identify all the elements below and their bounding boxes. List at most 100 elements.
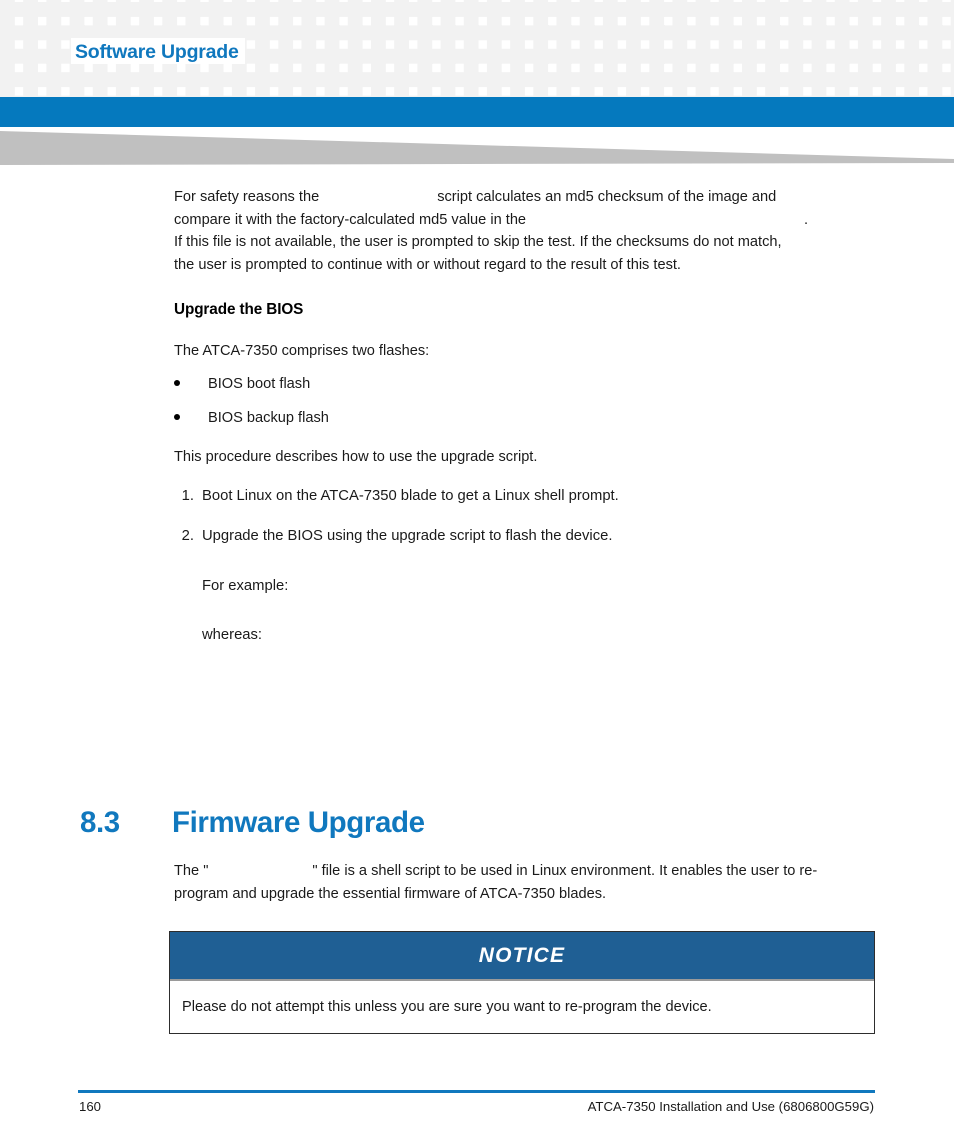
header-grid-square [858,48,874,64]
header-grid-square [788,25,804,41]
header-grid-square [672,2,688,17]
header-grid-square [324,48,340,64]
header-grid-square [371,48,387,64]
step-label: Upgrade the BIOS using the upgrade scrip… [202,528,613,544]
header-grid-square [417,48,433,64]
header-grid-square [417,25,433,41]
header-grid-square [672,72,688,88]
header-grid-square [371,72,387,88]
header-grid-square [301,25,317,41]
header-grid-square [92,72,108,88]
header-grid-square [742,48,758,64]
header-grid-square [835,25,851,41]
header-grid-square [116,2,131,17]
header-grid-square [626,48,642,64]
header-grid-square [46,72,62,88]
step-label: Boot Linux on the ATCA-7350 blade to get… [202,488,619,504]
notice-body-text: Please do not attempt this unless you ar… [182,999,712,1015]
header-grid-square [533,72,549,88]
header-grid-square [394,72,410,88]
header-grid-square [394,48,410,64]
section-paragraph-line-1: The " " file is a shell script to be used… [174,860,876,883]
header-grid-square [626,72,642,88]
header-grid-square [649,25,665,41]
header-grid-square [556,2,572,17]
header-grid-square [765,25,781,41]
section-paragraph: The " " file is a shell script to be used… [174,860,876,905]
notice-body: Please do not attempt this unless you ar… [170,981,874,1033]
bullet-dot-icon [174,414,180,420]
header-grid-square [255,48,271,64]
header-grid-square [510,72,526,88]
header-grid-square [881,25,897,41]
header-grid-square [835,72,851,88]
header-grid-square [556,72,572,88]
header-grid-square [487,72,503,88]
header-grid-square [696,48,711,64]
header-grid-square [858,72,874,88]
header-grid-square [394,2,410,17]
header-grid-square [928,72,943,88]
list-item-label: BIOS backup flash [208,410,329,426]
header-grid-square [812,48,827,64]
header-grid-square [23,2,39,17]
header-grid-square [487,25,503,41]
header-grid-square [812,25,827,41]
intro-paragraph: For safety reasons the script calculates … [174,186,876,276]
header-grid-square [46,48,62,64]
header-grid-square [301,2,317,17]
header-grid-square [835,48,851,64]
section-paragraph-before: The " [174,863,209,879]
header-grid-square [208,2,224,17]
header-grid-square [765,72,781,88]
header-grid-square [533,2,549,17]
footer-rule [78,1090,875,1093]
header-grid-square [742,25,758,41]
header-grid-square [348,48,363,64]
header-grid-square [92,2,108,17]
notice-header: NOTICE [170,932,874,981]
header-grid-square [649,2,665,17]
procedure-intro-paragraph: This procedure describes how to use the … [174,449,538,465]
header-grid-square [69,72,85,88]
header-grid-square [649,48,665,64]
header-grid-square [881,2,897,17]
header-grid-square [440,2,456,17]
header-grid-square [371,2,387,17]
header-grid-square [742,2,758,17]
header-grid-square [696,25,711,41]
header-grid-square [487,48,503,64]
header-grid-square [858,2,874,17]
header-grid-square [603,2,619,17]
header-grid-square [0,72,15,88]
header-grid-square [46,2,62,17]
header-grid-square [139,2,155,17]
header-grid-square [324,72,340,88]
header-grid-square [556,25,572,41]
section-paragraph-after: " file is a shell script to be used in L… [312,863,818,879]
step-marker: 1. [181,488,194,504]
intro-line-1: For safety reasons the script calculates … [174,186,876,209]
intro-line-2-after: . [804,211,809,228]
header-grid-square [533,48,549,64]
header-grid-square [23,48,39,64]
header-grid-square [371,25,387,41]
header-grid-square [278,72,294,88]
header-grid-square [440,72,456,88]
footer-document-title: ATCA-7350 Installation and Use (6806800G… [587,1099,874,1114]
header-grid-square [464,72,479,88]
list-item-label: BIOS boot flash [208,376,311,392]
header-grid-square [510,2,526,17]
header-grid-square [0,2,15,17]
header-grid-square [835,2,851,17]
header-grid-square [580,25,595,41]
header-grid-square [324,25,340,41]
header-grid-square [626,2,642,17]
header-grid-square [324,2,340,17]
header-grid-square [162,72,178,88]
header-grid-square [417,72,433,88]
header-grid-square [788,2,804,17]
intro-line-2: compare it with the factory-calculated m… [174,209,876,232]
page-header-title: Software Upgrade [75,41,239,63]
header-grid-square [904,72,920,88]
